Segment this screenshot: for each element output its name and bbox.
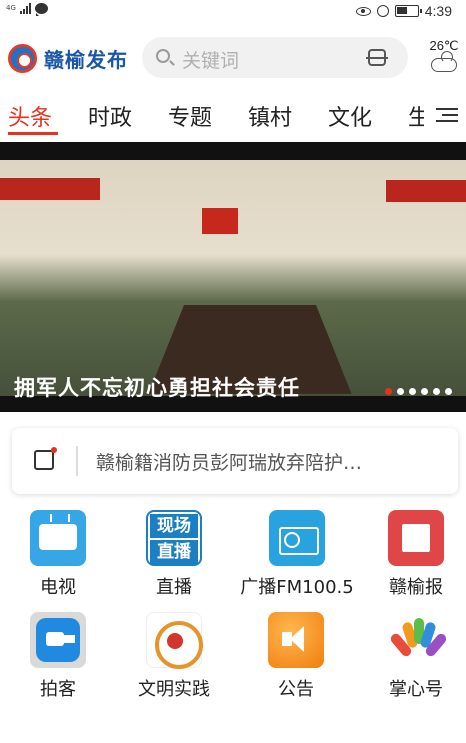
message-icon	[35, 2, 48, 16]
live-icon-text-top: 现场	[150, 514, 198, 538]
ticker-text[interactable]: 赣榆籍消防员彭阿瑞放弃陪护…	[96, 448, 446, 475]
carousel-dot	[445, 388, 452, 395]
party-flag	[202, 208, 238, 234]
status-right: 4:39	[355, 3, 452, 19]
radio-icon	[269, 510, 325, 566]
app-title: 赣榆发布	[44, 48, 128, 72]
palm-icon	[388, 612, 449, 668]
live-icon: 现场 直播	[146, 510, 202, 566]
search-placeholder: 关键词	[182, 50, 240, 72]
announcement-icon	[268, 612, 324, 668]
menu-icon[interactable]	[436, 106, 458, 124]
service-paike[interactable]: 拍客	[0, 612, 116, 701]
status-left: 4G	[6, 2, 48, 16]
eye-comfort-icon	[355, 6, 371, 16]
service-label: 拍客	[40, 679, 76, 700]
service-tv[interactable]: 电视	[0, 510, 116, 599]
service-label: 赣榆报	[389, 577, 443, 598]
service-label: 公告	[278, 679, 314, 700]
weather-cloud-icon	[431, 51, 457, 72]
tab-special[interactable]: 专题	[168, 100, 212, 132]
service-radio[interactable]: 广播FM100.5	[236, 510, 358, 599]
news-ticker[interactable]: 赣榆籍消防员彭阿瑞放弃陪护…	[12, 428, 458, 494]
battery-icon	[394, 5, 422, 17]
tab-towns[interactable]: 镇村	[248, 100, 292, 132]
service-label: 直播	[156, 577, 192, 598]
channel-tabs: 头条 时政 专题 镇村 文化 生	[0, 98, 466, 138]
service-label: 电视	[40, 577, 76, 598]
newspaper-icon	[388, 510, 444, 566]
service-label: 文明实践	[138, 679, 210, 700]
active-tab-indicator	[8, 132, 58, 135]
search-icon	[156, 49, 170, 63]
headline-carousel[interactable]: 拥军人不忘初心勇担社会责任	[0, 142, 466, 412]
service-label: 广播FM100.5	[240, 577, 354, 598]
service-live[interactable]: 现场 直播 直播	[116, 510, 232, 599]
scan-icon[interactable]	[366, 49, 388, 66]
carousel-dot	[385, 388, 392, 395]
tab-headline[interactable]: 头条	[8, 100, 52, 132]
logo-icon	[8, 44, 37, 73]
service-announcement[interactable]: 公告	[238, 612, 354, 701]
status-bar: 4G 4:39	[0, 0, 466, 24]
carousel-indicator	[385, 388, 452, 395]
weather-widget[interactable]: 26℃	[424, 38, 464, 72]
service-label: 掌心号	[389, 679, 443, 700]
carousel-dot	[433, 388, 440, 395]
carousel-dot	[409, 388, 416, 395]
service-civilization[interactable]: 文明实践	[116, 612, 232, 701]
tab-life[interactable]: 生	[408, 100, 424, 132]
network-type: 4G	[6, 3, 16, 12]
search-bar[interactable]: 关键词	[142, 37, 408, 78]
notice-icon	[34, 447, 57, 470]
banner-caption[interactable]: 拥军人不忘初心勇担社会责任	[14, 372, 300, 402]
app-header: 赣榆发布 关键词 26℃	[0, 30, 466, 90]
signal-icon	[20, 2, 31, 14]
service-newspaper[interactable]: 赣榆报	[358, 510, 466, 599]
carousel-dot	[421, 388, 428, 395]
clock-time: 4:39	[424, 3, 452, 19]
camera-icon	[30, 612, 86, 668]
tab-politics[interactable]: 时政	[88, 100, 132, 132]
civilization-icon	[146, 612, 203, 669]
live-icon-text-bottom: 直播	[150, 540, 198, 564]
alarm-icon	[376, 5, 389, 17]
banner-photo	[0, 160, 466, 396]
divider	[76, 446, 78, 476]
carousel-dot	[397, 388, 404, 395]
tab-culture[interactable]: 文化	[328, 100, 372, 132]
tv-icon	[30, 510, 86, 566]
service-palm[interactable]: 掌心号	[358, 612, 466, 701]
